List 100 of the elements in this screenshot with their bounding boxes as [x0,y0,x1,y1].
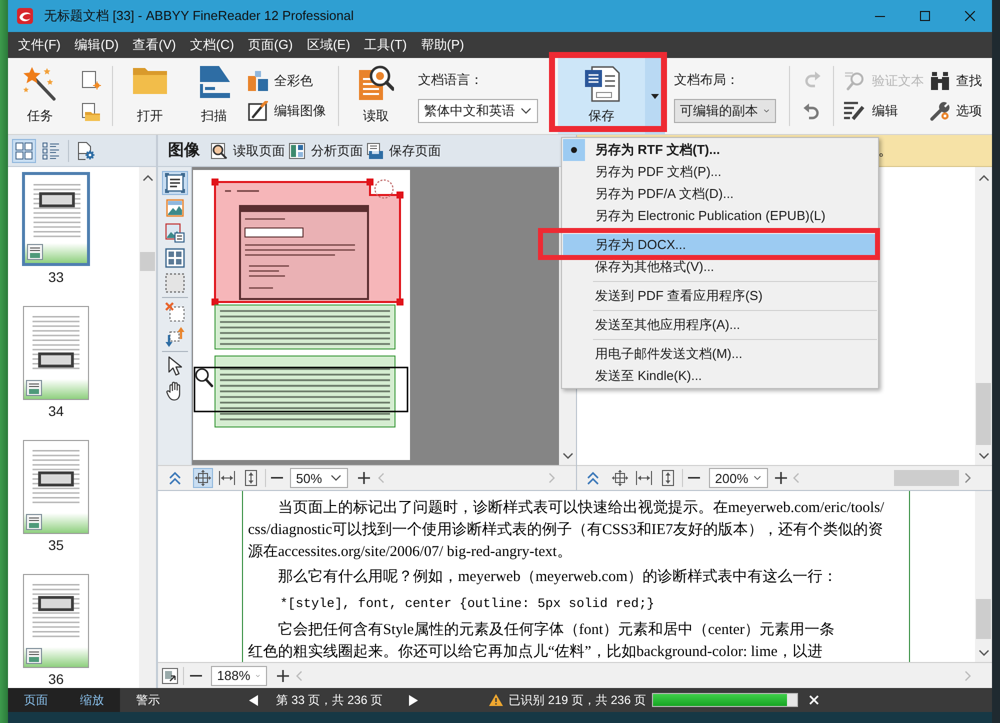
page-thumbnail[interactable] [22,172,90,266]
analyze-page-button[interactable]: 分析页面 [287,138,365,162]
fit-width-button[interactable] [217,468,237,488]
scroll-up-icon[interactable] [142,175,152,181]
folder-icon [132,65,168,95]
document-gear-icon [77,142,95,160]
close-icon [809,695,820,705]
menu-item[interactable]: 编辑(D) [68,32,126,58]
menu-item[interactable]: 另存为 DOCX... [563,234,877,256]
maximize-icon [920,11,930,21]
menu-item[interactable]: 发送至其他应用程序(A)... [563,314,877,336]
zoom-dropdown[interactable]: 50% [290,468,348,488]
read-button[interactable]: 读取 [350,58,402,134]
open-button[interactable]: 打开 [122,58,178,134]
page-type-icon [26,648,42,664]
plus-icon [775,472,787,484]
color-mode-button[interactable]: 全彩色 [248,68,332,94]
menu-item[interactable]: 发送至 Kindle(K)... [563,365,877,387]
picture-region[interactable] [212,178,404,306]
menu-item[interactable]: 区域(E) [300,32,358,58]
document-folder-icon [81,102,101,122]
menu-item[interactable]: 文档(C) [183,32,242,58]
resize-handle[interactable] [396,192,404,198]
menu-item[interactable]: 另存为 PDF/A 文档(D)... [563,183,877,205]
scrollbar-thumb[interactable] [894,470,959,486]
zoom-in-button[interactable] [276,668,290,684]
scroll-down-icon[interactable] [978,453,988,459]
scrollbar-thumb[interactable] [976,599,991,639]
warning-icon [488,694,503,706]
page-thumbnail[interactable] [23,440,89,534]
page-type-icon [26,514,42,530]
menu-item[interactable]: 工具(T) [357,32,414,58]
language-dropdown[interactable]: 繁体中文和英语 [418,99,538,123]
chevron-down-icon [521,108,531,114]
scroll-up-icon[interactable] [978,175,988,181]
grid-view-icon [15,142,33,160]
fit-page-button[interactable] [193,468,213,488]
menu-item[interactable]: 页面(G) [241,32,300,58]
menu-item[interactable]: 另存为 Electronic Publication (EPUB)(L) [563,205,877,227]
menu-item[interactable]: 保存为其他格式(V)... [563,256,877,278]
double-chevron-up-icon[interactable] [167,470,183,486]
new-document-icon [81,70,101,90]
scan-button[interactable]: 扫描 [186,58,242,134]
page-thumbnail[interactable] [23,574,89,668]
scroll-down-icon[interactable] [978,650,988,656]
scroll-right-icon[interactable] [965,473,971,483]
paragraph: 它会把任何含有Style属性的元素及任何字体（font）元素和居中（center）元素用一条 红色的粗实线圈起来。你还可以给它再加点儿“佐料”，比如background-color: lime，以进 [248,620,836,662]
field-label: 文档布局： [674,71,740,89]
menu-item[interactable]: 文件(F) [11,32,68,58]
chevron-down-icon [331,475,341,481]
resize-handle[interactable] [366,178,374,186]
pane-title: 图像 [168,140,200,161]
edit-image-button[interactable]: 编辑图像 [248,98,332,124]
status-tab[interactable]: 警示 [120,688,176,712]
status-tab[interactable]: 缩放 [64,688,120,712]
menu-item[interactable]: 用电子邮件发送文档(M)... [563,343,877,365]
menu-item[interactable]: 另存为 RTF 文档(T)... [563,139,877,161]
resize-handle[interactable] [212,178,218,186]
menu-item[interactable]: 发送到 PDF 查看应用程序(S) [563,285,877,307]
paragraph: 当页面上的标记出了问题时，诊断样式表可以快速给出视觉提示。在meyerweb.com/eric/tools/ css/diagnostic可以找到一个使用诊断样式表的例子（有CSS3和IE7友好的版本），还有个类似的资 源在accessites.org/site/2006/07/ big-red-angry-text。 [248,498,886,562]
status-tab[interactable]: 页面 [8,688,64,712]
page-thumbnail[interactable] [23,306,89,400]
grid-view-button[interactable] [12,138,36,162]
zoom-dropdown[interactable]: 200% [709,468,768,488]
save-page-button[interactable]: 保存页面 [365,138,443,162]
text-area-tool[interactable] [162,171,188,195]
menu-item[interactable]: 另存为 PDF 文档(P)... [563,161,877,183]
chevron-down-icon [754,475,761,481]
triangle-right-icon [409,694,418,706]
find-button[interactable]: 查找 [930,68,986,94]
options-button[interactable]: 选项 [930,98,986,124]
fit-width-button[interactable] [634,468,654,488]
double-chevron-up-icon[interactable] [585,470,601,486]
zoom-in-button[interactable] [774,470,788,486]
code-line: *[style], font, center {outline: 5px solid red;} [279,595,656,613]
save-button[interactable]: 保存 [558,58,645,134]
read-page-button[interactable]: 读取页面 [209,138,287,162]
layout-dropdown[interactable]: 可编辑的副本 [674,99,776,123]
close-icon [964,11,974,21]
dotted-frame-icon [164,273,184,293]
binoculars-icon [930,71,950,91]
page-number: 33 [48,268,64,286]
new-task-button[interactable] [80,69,102,91]
resize-handle[interactable] [212,298,218,306]
scrollbar-thumb[interactable] [976,383,991,445]
scrollbar-thumb[interactable] [140,252,155,271]
menu-item[interactable]: 查看(V) [126,32,183,58]
page-type-icon [26,380,42,396]
menu-item[interactable]: 帮助(P) [414,32,472,58]
page-view-button[interactable] [162,668,178,684]
task-button[interactable]: 任务 [14,58,66,134]
zoom-dropdown[interactable]: 188% [211,666,267,686]
edit-button[interactable]: 编辑 [844,98,924,124]
open-task-button[interactable] [80,101,102,123]
zoom-in-button[interactable] [357,470,371,486]
resize-handle[interactable] [396,298,404,306]
minus-icon [688,477,700,479]
scroll-down-icon[interactable] [562,453,572,459]
fit-page-button[interactable] [610,468,630,488]
text-region[interactable] [214,356,396,428]
